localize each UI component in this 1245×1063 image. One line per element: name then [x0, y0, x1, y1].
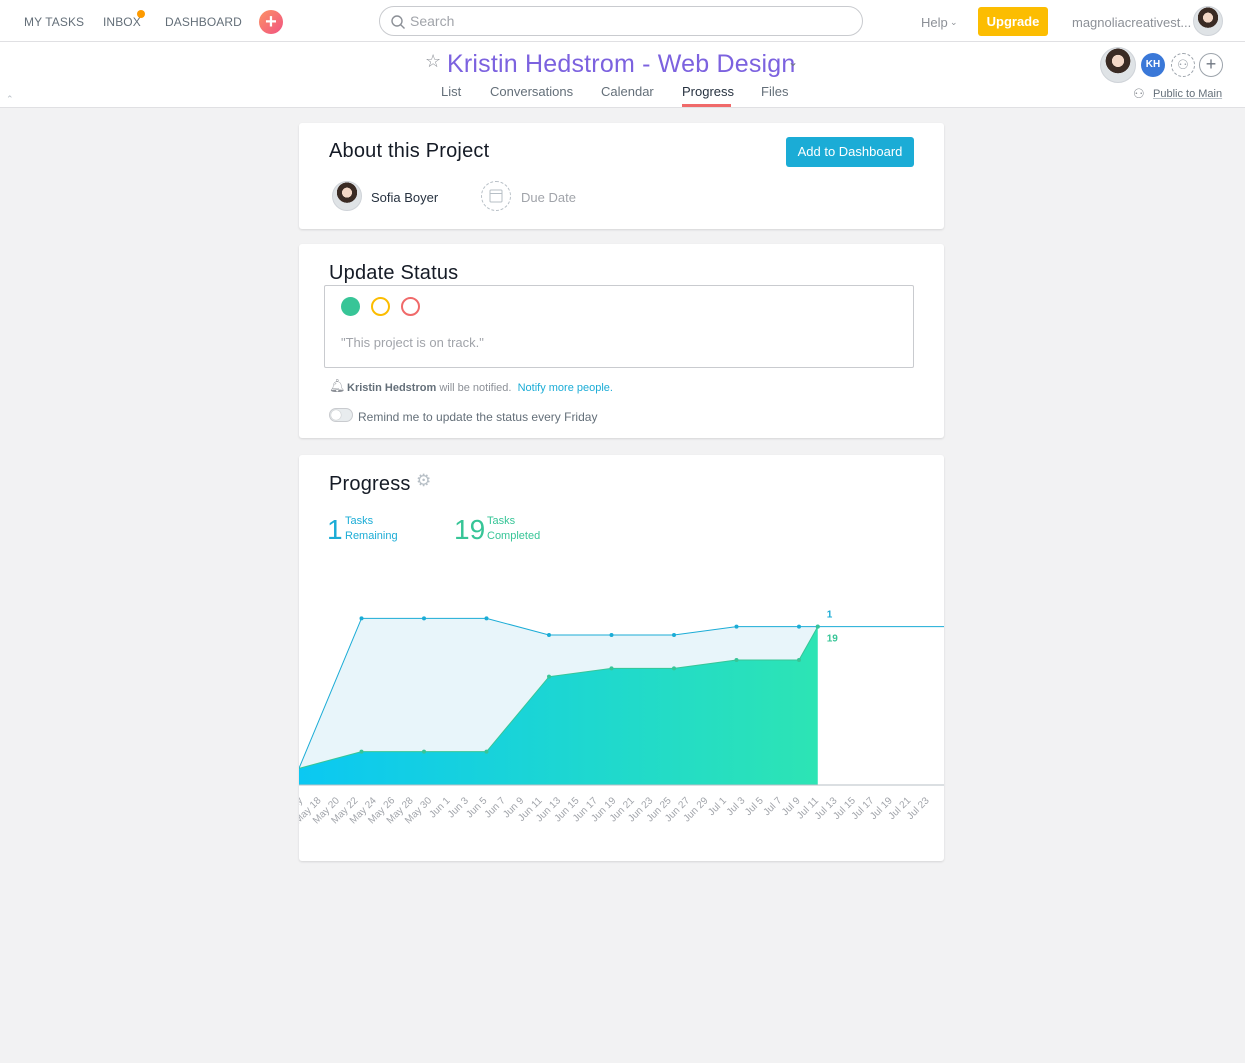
- upgrade-button[interactable]: Upgrade: [978, 7, 1048, 36]
- remaining-point: [547, 633, 551, 637]
- remaining-label-1: Tasks: [345, 515, 374, 527]
- completed-label: Tasks Completed: [487, 514, 540, 544]
- tab-calendar[interactable]: Calendar: [601, 84, 654, 99]
- completed-point: [672, 666, 676, 671]
- remaining-count: 1: [327, 514, 343, 545]
- remaining-label-2: Remaining: [345, 530, 398, 542]
- remaining-point: [609, 633, 614, 637]
- bell-icon: 🔔︎: [329, 378, 346, 393]
- update-status-title: Update Status: [329, 262, 459, 284]
- burnup-chart: 119MayMay 18May 20May 22May 24May 26May …: [299, 610, 944, 826]
- remaining-point: [797, 624, 801, 629]
- project-owner-avatar[interactable]: [1100, 47, 1136, 83]
- tab-files[interactable]: Files: [761, 84, 788, 99]
- progress-title: Progress: [329, 473, 411, 495]
- completed-point: [484, 749, 489, 754]
- completed-point: [547, 674, 551, 679]
- x-tick-label: Jul 5: [743, 795, 766, 818]
- remaining-point: [734, 624, 739, 629]
- completed-label-1: Tasks: [487, 515, 516, 527]
- search-icon: [391, 15, 405, 29]
- project-header: ☆ Kristin Hedstrom - Web Design ⌄ List C…: [0, 42, 1245, 108]
- tab-progress[interactable]: Progress: [682, 84, 734, 99]
- nav-inbox[interactable]: INBOX: [103, 15, 141, 29]
- x-tick-label: Jul 3: [725, 795, 748, 818]
- tab-list[interactable]: List: [441, 84, 461, 99]
- visibility-link[interactable]: Public to Main: [1153, 88, 1222, 100]
- search-input[interactable]: [410, 13, 850, 29]
- owner-avatar[interactable]: [332, 181, 362, 211]
- tab-conversations[interactable]: Conversations: [490, 84, 573, 99]
- x-tick-label: Jul 1: [706, 795, 729, 818]
- completed-point: [734, 658, 739, 662]
- chevron-down-icon: ⌄: [950, 17, 958, 27]
- chevron-down-icon[interactable]: ⌄: [788, 55, 798, 69]
- notified-suffix: will be notified.: [439, 382, 512, 394]
- inbox-notification-dot: [137, 10, 145, 18]
- completed-point: [359, 749, 364, 754]
- notify-line: Kristin Hedstrom will be notified. Notif…: [347, 382, 613, 394]
- account-menu[interactable]: magnoliacreativest...: [1072, 15, 1191, 30]
- status-green-dot[interactable]: [341, 297, 360, 316]
- completed-point: [815, 624, 820, 629]
- due-date-field[interactable]: Due Date: [521, 190, 576, 205]
- quick-add-button[interactable]: +: [259, 10, 283, 34]
- calendar-icon[interactable]: [481, 181, 511, 211]
- x-tick-label: Jul 7: [762, 795, 785, 818]
- remind-label: Remind me to update the status every Fri…: [358, 410, 598, 424]
- user-avatar[interactable]: [1193, 6, 1223, 36]
- members-icon: ⚇: [1133, 86, 1145, 101]
- about-project-card: About this Project Add to Dashboard Sofi…: [299, 123, 944, 229]
- remaining-end-label: 1: [827, 610, 833, 621]
- remaining-point: [359, 616, 364, 621]
- remaining-point: [672, 633, 676, 637]
- star-icon[interactable]: ☆: [425, 51, 441, 72]
- top-nav-bar: MY TASKS INBOX DASHBOARD + Help ⌄ Upgrad…: [0, 0, 1245, 42]
- help-menu[interactable]: Help: [921, 15, 948, 30]
- add-member-icon[interactable]: ⚇: [1171, 53, 1195, 77]
- collapse-icon[interactable]: ⌃: [6, 94, 14, 105]
- completed-end-label: 19: [827, 634, 839, 645]
- status-yellow-dot[interactable]: [371, 297, 390, 316]
- nav-my-tasks[interactable]: MY TASKS: [24, 15, 84, 29]
- search-bar[interactable]: [379, 6, 863, 36]
- status-red-dot[interactable]: [401, 297, 420, 316]
- completed-point: [422, 749, 426, 754]
- status-editor[interactable]: "This project is on track.": [324, 285, 914, 368]
- completed-label-2: Completed: [487, 530, 541, 542]
- completed-point: [797, 658, 801, 662]
- remaining-point: [422, 616, 426, 621]
- notified-person: Kristin Hedstrom: [347, 382, 437, 394]
- remind-toggle[interactable]: [329, 408, 353, 422]
- add-icon[interactable]: +: [1199, 53, 1223, 77]
- member-avatar[interactable]: KH: [1141, 53, 1165, 77]
- active-tab-indicator: [682, 104, 731, 107]
- update-status-card: Update Status "This project is on track.…: [299, 244, 944, 438]
- remaining-label: Tasks Remaining: [345, 514, 398, 544]
- add-to-dashboard-button[interactable]: Add to Dashboard: [786, 137, 914, 167]
- completed-count: 19: [454, 514, 486, 545]
- remaining-point: [484, 616, 489, 621]
- progress-card: Progress ⚙ 1 Tasks Remaining 19 Tasks Comp…: [299, 455, 944, 861]
- gear-icon[interactable]: ⚙: [416, 471, 431, 491]
- nav-dashboard[interactable]: DASHBOARD: [165, 15, 242, 29]
- owner-name[interactable]: Sofia Boyer: [371, 190, 438, 205]
- project-title[interactable]: Kristin Hedstrom - Web Design: [447, 50, 796, 79]
- completed-point: [609, 666, 614, 671]
- status-text-input[interactable]: "This project is on track.": [341, 335, 484, 350]
- notify-more-link[interactable]: Notify more people.: [518, 382, 613, 394]
- about-title: About this Project: [329, 140, 490, 162]
